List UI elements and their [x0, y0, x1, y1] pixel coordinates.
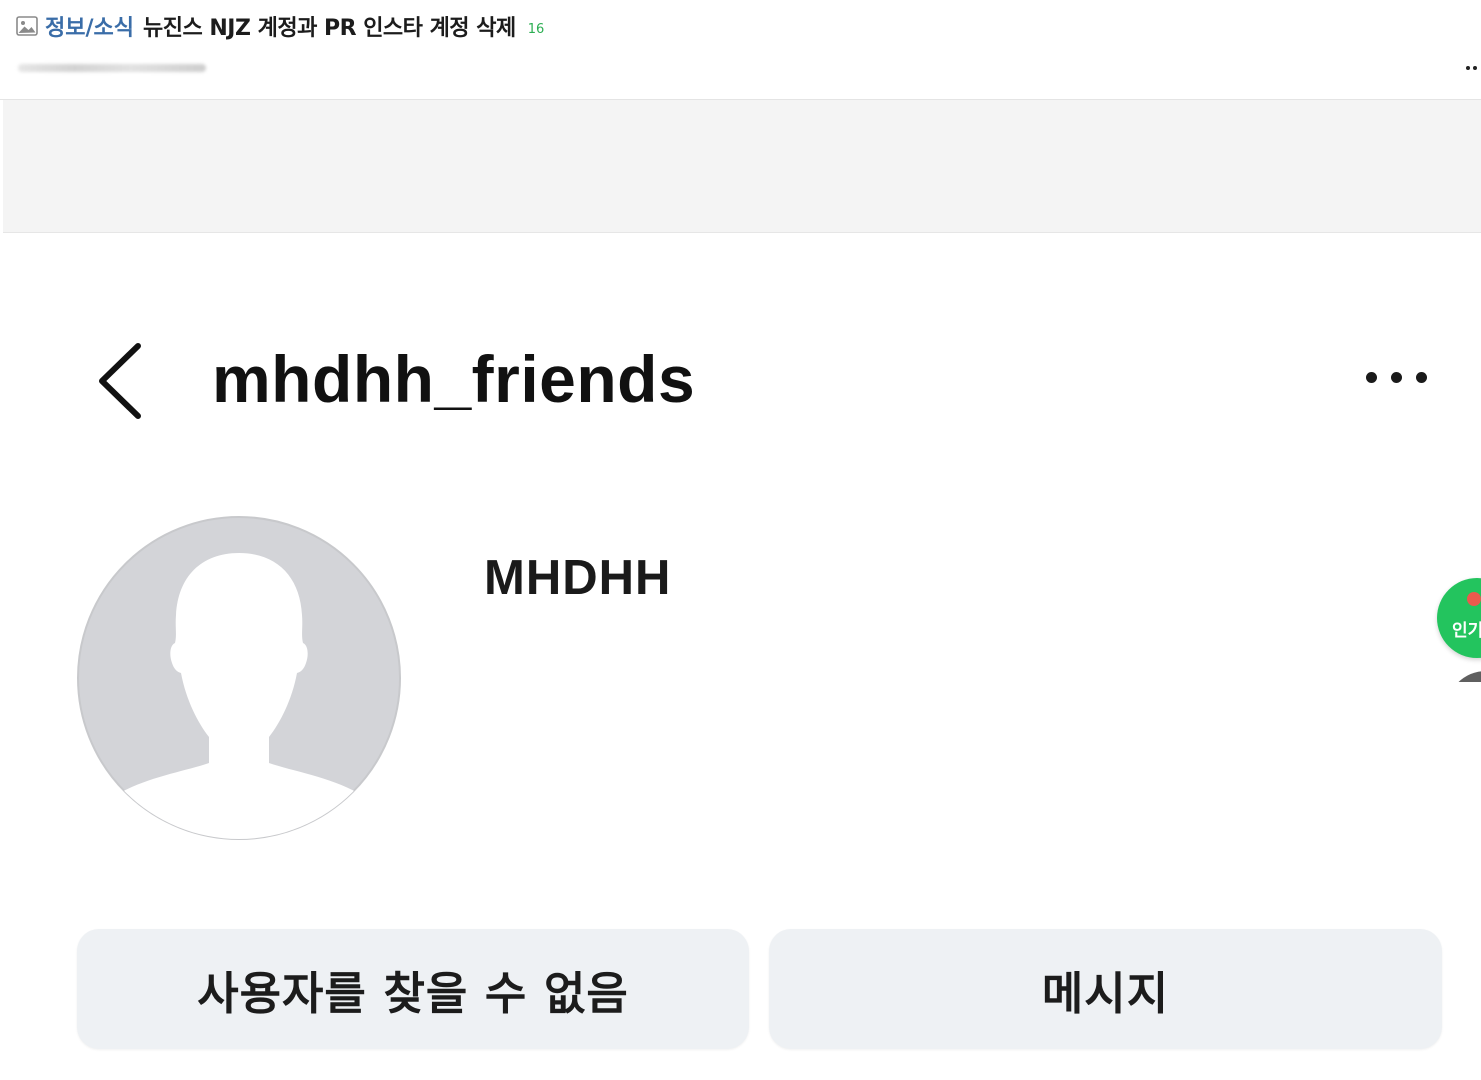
post-header: 정보/소식 뉴진스 NJZ 계정과 PR 인스타 계정 삭제 16 — [0, 0, 1481, 100]
comment-count[interactable]: 16 — [528, 22, 545, 37]
popular-label: 인기 — [1452, 621, 1481, 641]
ad-banner-area — [3, 100, 1481, 233]
more-horizontal-icon[interactable] — [1366, 372, 1427, 383]
image-icon — [16, 15, 38, 37]
post-category-link[interactable]: 정보/소식 — [45, 10, 134, 42]
user-not-found-label: 사용자를 찾을 수 없음 — [197, 966, 629, 1020]
default-avatar-silhouette-icon — [76, 515, 402, 841]
user-not-found-button[interactable]: 사용자를 찾을 수 없음 — [77, 929, 749, 1049]
post-title[interactable]: 뉴진스 NJZ 계정과 PR 인스타 계정 삭제 — [143, 10, 516, 42]
profile-display-name: MHDHH — [484, 551, 672, 605]
chevron-left-icon[interactable] — [92, 338, 148, 424]
notification-dot-icon — [1467, 592, 1481, 606]
message-button[interactable]: 메시지 — [769, 929, 1442, 1049]
blurred-author-meta — [18, 64, 206, 72]
post-title-row: 정보/소식 뉴진스 NJZ 계정과 PR 인스타 계정 삭제 16 — [16, 10, 544, 42]
profile-username: mhdhh_friends — [212, 342, 696, 416]
popular-posts-button[interactable]: 인기 — [1437, 578, 1481, 658]
post-options-icon[interactable] — [1466, 66, 1477, 70]
message-label: 메시지 — [1041, 966, 1170, 1020]
